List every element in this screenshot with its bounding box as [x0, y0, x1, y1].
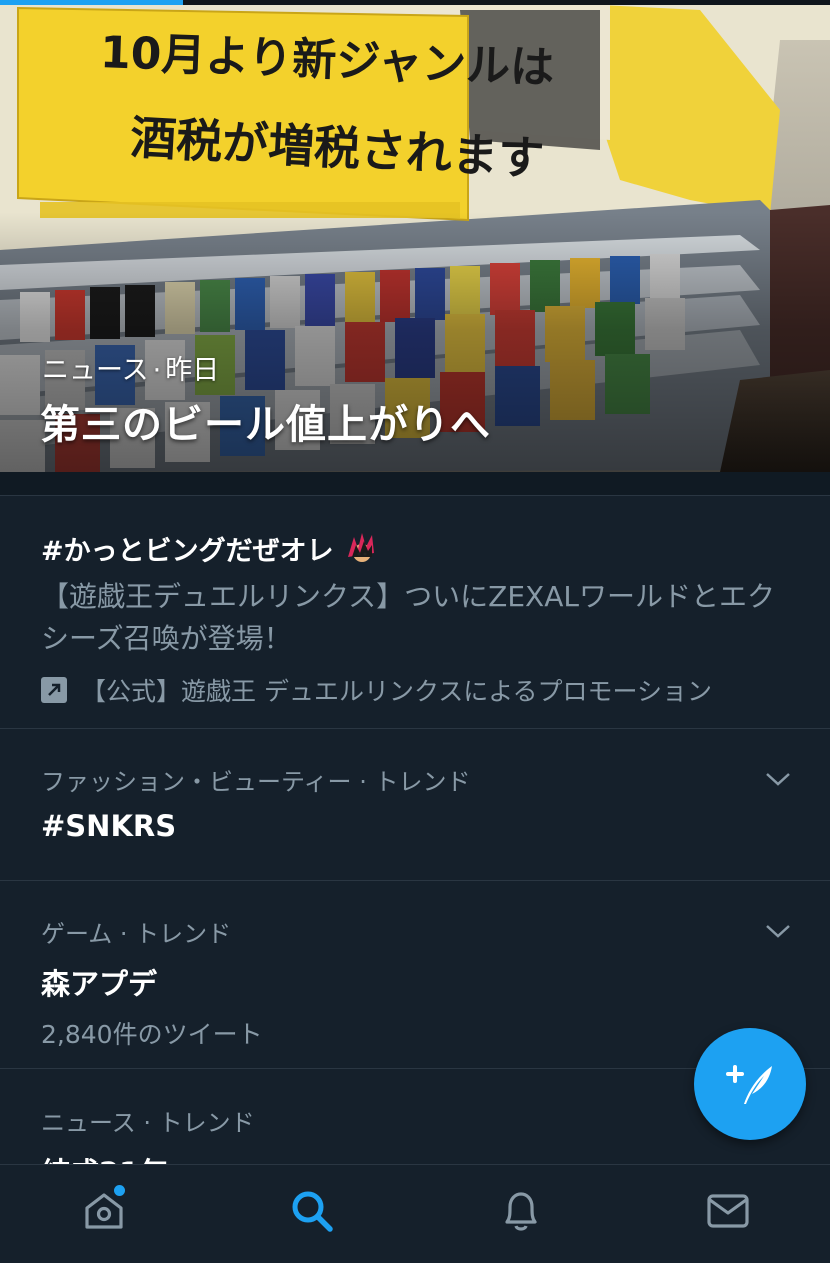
- hero-meta: ニュース · 昨日: [42, 348, 219, 387]
- promoted-by[interactable]: 【公式】遊戯王 デュエルリンクスによるプロモーション: [41, 672, 790, 708]
- loading-progress-fill: [0, 0, 183, 5]
- search-icon: [292, 1191, 333, 1232]
- promoted-by-label: 【公式】遊戯王 デュエルリンクスによるプロモーション: [81, 677, 712, 706]
- trend-name: 森アプデ: [41, 967, 158, 1001]
- hero-news-card[interactable]: 10月より新ジャンルは 酒税が増税されます ニュース · 昨日 第三のビール値上がり…: [0, 0, 830, 472]
- bottom-tab-bar: [0, 1164, 830, 1263]
- trend-name: #SNKRS: [41, 809, 177, 843]
- trend-tweet-count: 2,840件のツイート: [41, 1020, 263, 1049]
- compose-tweet-button[interactable]: [694, 1028, 806, 1140]
- trend-context: ゲーム · トレンド: [41, 920, 232, 948]
- trend-item[interactable]: ゲーム · トレンド 森アプデ 2,840件のツイート: [0, 881, 830, 1069]
- trend-context: ファッション・ビューティー · トレンド: [41, 768, 471, 796]
- explore-screen: 10月より新ジャンルは 酒税が増税されます ニュース · 昨日 第三のビール値上がり…: [0, 0, 830, 1263]
- chevron-down-icon[interactable]: [764, 769, 792, 789]
- tab-notifications[interactable]: [497, 1187, 545, 1235]
- hero-separator: ·: [152, 355, 162, 386]
- compose-tweet-icon: [726, 1065, 772, 1104]
- chevron-down-icon[interactable]: [764, 921, 792, 941]
- yugioh-hair-emoji: [347, 532, 374, 562]
- home-notification-dot: [114, 1185, 125, 1196]
- tab-messages[interactable]: [704, 1187, 752, 1235]
- hero-time: 昨日: [165, 355, 220, 386]
- promoted-trend[interactable]: #かっとビングだぜオレ 【遊戯王デュエルリンクス】ついにZEXALワールドとエク…: [0, 497, 830, 729]
- promoted-trend-title-row: #かっとビングだぜオレ: [41, 529, 790, 568]
- arrow-up-right-icon: [41, 677, 67, 703]
- loading-progress-bar: [0, 0, 830, 5]
- hero-title: 第三のビール値上がりへ: [40, 402, 491, 448]
- tab-search[interactable]: [288, 1187, 336, 1235]
- trend-context: ニュース · トレンド: [41, 1109, 255, 1137]
- section-divider: [0, 472, 830, 496]
- tab-home[interactable]: [80, 1185, 128, 1235]
- promoted-trend-title: #かっとビングだぜオレ: [41, 536, 334, 567]
- hero-category: ニュース: [42, 355, 149, 386]
- promoted-trend-description: 【遊戯王デュエルリンクス】ついにZEXALワールドとエクシーズ召喚が登場！: [41, 580, 775, 655]
- trend-item[interactable]: ファッション・ビューティー · トレンド #SNKRS: [0, 729, 830, 881]
- mail-icon: [707, 1194, 749, 1228]
- bell-icon: [505, 1192, 537, 1231]
